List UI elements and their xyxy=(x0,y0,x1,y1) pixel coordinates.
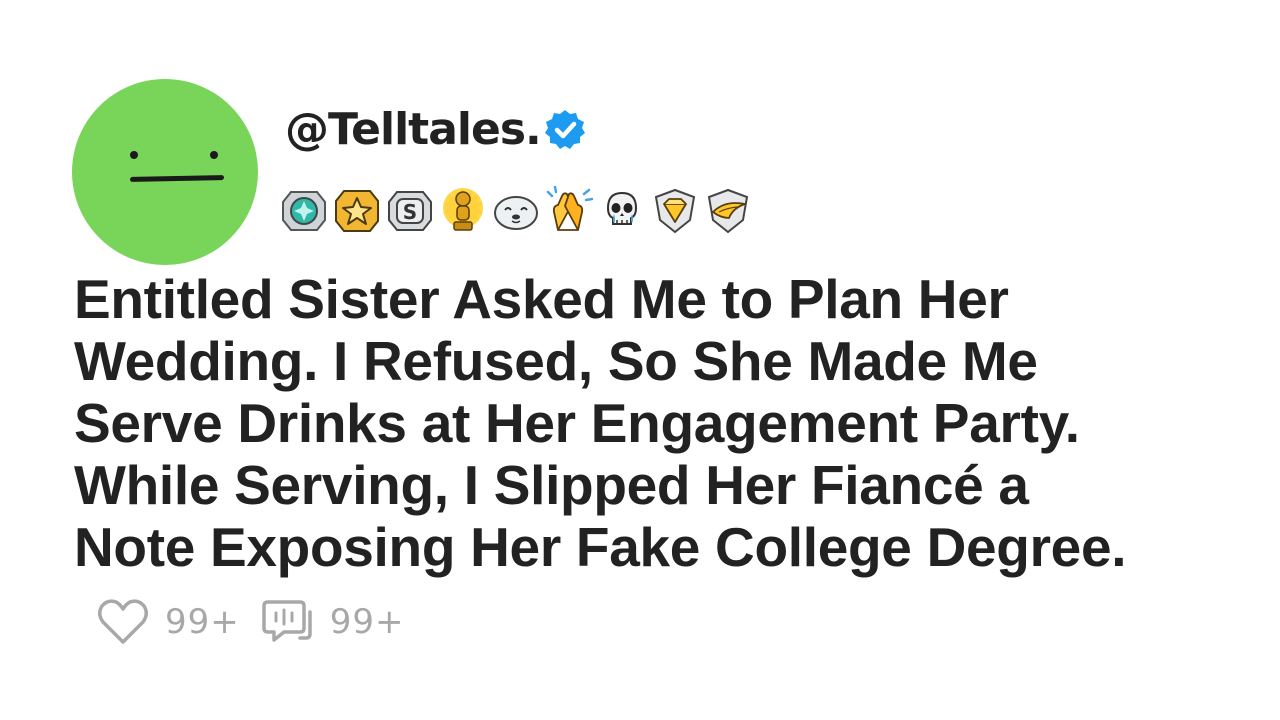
post-title: Entitled Sister Asked Me to Plan Her Wed… xyxy=(74,268,1274,578)
author-username[interactable]: @Telltales. xyxy=(285,104,542,155)
avatar-mouth xyxy=(129,175,225,182)
comment-count: 99+ xyxy=(329,602,405,642)
like-count: 99+ xyxy=(165,602,240,642)
gold-diamond-shield-icon[interactable] xyxy=(650,186,700,236)
crying-skull-icon[interactable] xyxy=(597,186,647,236)
post-stats: 99+ 99+ xyxy=(95,596,405,648)
teal-gem-medal-icon[interactable] xyxy=(279,186,329,236)
post-title-line: Serve Drinks at Her Engagement Party. xyxy=(74,392,1080,454)
post-title-line: Wedding. I Refused, So She Made Me xyxy=(74,330,1038,392)
avatar-left-eye xyxy=(130,151,138,159)
smiling-seal-icon[interactable] xyxy=(491,186,541,236)
post-title-line: While Serving, I Slipped Her Fiancé a xyxy=(74,454,1029,516)
comment-icon[interactable] xyxy=(260,596,316,648)
author-row: @Telltales. xyxy=(285,104,587,155)
post-title-line: Note Exposing Her Fake College Degree. xyxy=(74,516,1127,578)
clapping-hands-icon[interactable] xyxy=(544,186,594,236)
gold-wing-shield-icon[interactable] xyxy=(703,186,753,236)
svg-text:S: S xyxy=(403,200,417,224)
verified-badge-icon xyxy=(544,109,585,149)
avatar-right-eye xyxy=(210,151,218,159)
heart-icon[interactable] xyxy=(95,596,151,648)
gold-trophy-figure-icon[interactable] xyxy=(438,186,488,236)
silver-s-medal-icon[interactable]: S xyxy=(385,186,435,236)
avatar[interactable] xyxy=(72,79,258,265)
gold-star-medal-icon[interactable] xyxy=(332,186,382,236)
award-badges: S xyxy=(279,186,753,236)
post-title-line: Entitled Sister Asked Me to Plan Her xyxy=(74,268,1009,330)
